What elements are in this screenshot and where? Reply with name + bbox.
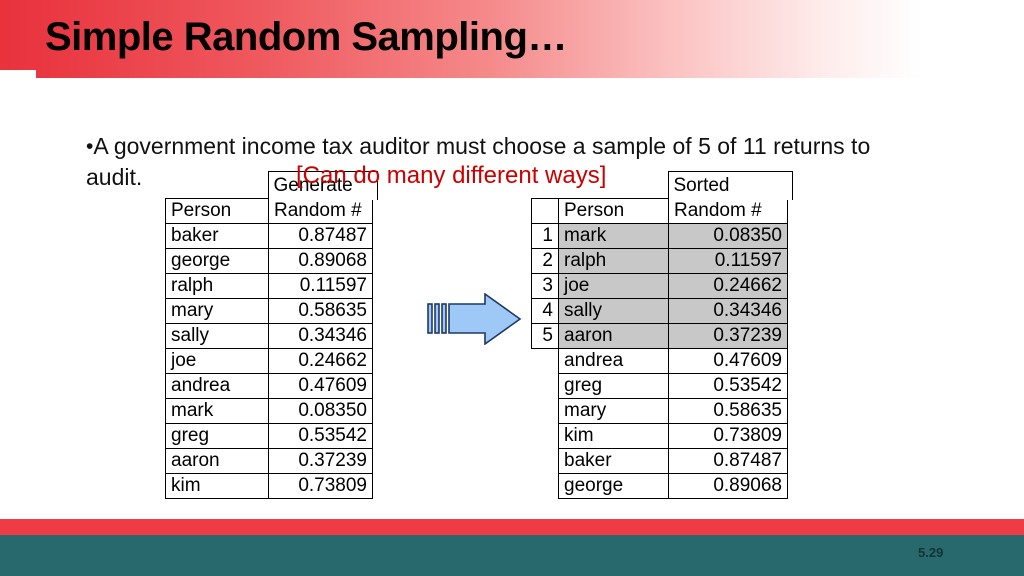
cell-person: sally <box>558 298 669 324</box>
table-row: mark 0.08350 <box>165 398 373 424</box>
cell-person: kim <box>558 423 669 449</box>
table-row: sally 0.34346 <box>165 323 373 349</box>
cell-random: 0.58635 <box>268 298 373 324</box>
cell-person: ralph <box>558 248 669 274</box>
table-header-row: Person Sorted Random # <box>531 171 793 224</box>
cell-random: 0.34346 <box>668 298 788 324</box>
cell-random: 0.47609 <box>268 373 373 399</box>
cell-index: 4 <box>531 298 559 324</box>
cell-person: aaron <box>558 323 669 349</box>
cell-index: 2 <box>531 248 559 274</box>
footer-red-stripe <box>0 519 1024 535</box>
cell-person: mark <box>165 398 269 424</box>
table-row: joe 0.24662 <box>165 348 373 374</box>
table-row: 1 mark 0.08350 <box>531 223 788 249</box>
header-index-sorted <box>531 198 559 224</box>
header-random-label: Random # <box>274 200 362 221</box>
cell-random: 0.47609 <box>668 348 788 374</box>
cell-person: joe <box>558 273 669 299</box>
cell-index <box>532 424 559 449</box>
note-annotation: [Can do many different ways] <box>296 162 607 189</box>
sorted-random-table: Person Sorted Random # 1 mark 0.08350 2 … <box>531 171 793 499</box>
cell-person: mark <box>558 223 669 249</box>
table-row: baker 0.87487 <box>165 223 373 249</box>
table-row: 4 sally 0.34346 <box>531 298 788 324</box>
cell-random: 0.11597 <box>668 248 788 274</box>
slide-number: 5.29 <box>918 545 944 560</box>
cell-index: 5 <box>531 323 559 349</box>
title-banner-notch <box>0 70 36 80</box>
header-person-unsorted: Person <box>165 198 269 224</box>
cell-random: 0.24662 <box>268 348 373 374</box>
table-row: greg 0.53542 <box>532 373 788 399</box>
cell-person: george <box>165 248 269 274</box>
page-title: Simple Random Sampling… <box>45 15 567 59</box>
table-row: 3 joe 0.24662 <box>531 273 788 299</box>
cell-person: joe <box>165 348 269 374</box>
table-row: andrea 0.47609 <box>165 373 373 399</box>
cell-random: 0.89068 <box>268 248 373 274</box>
cell-random: 0.08350 <box>668 223 788 249</box>
cell-random: 0.24662 <box>668 273 788 299</box>
cell-person: ralph <box>165 273 269 299</box>
table-row: george 0.89068 <box>165 248 373 274</box>
cell-random: 0.34346 <box>268 323 373 349</box>
unsorted-random-table: Person Generate Random # baker 0.87487 g… <box>165 171 378 499</box>
cell-random: 0.73809 <box>668 423 788 449</box>
cell-random: 0.53542 <box>268 423 373 449</box>
cell-random: 0.37239 <box>268 448 373 474</box>
cell-random: 0.89068 <box>668 473 788 499</box>
cell-index: 3 <box>531 273 559 299</box>
cell-person: aaron <box>165 448 269 474</box>
cell-index <box>532 349 559 374</box>
cell-index <box>532 474 559 499</box>
header-random-sorted: Sorted Random # <box>667 171 793 224</box>
cell-random: 0.37239 <box>668 323 788 349</box>
header-random-unsorted: Generate Random # <box>267 171 378 224</box>
table-row: kim 0.73809 <box>532 423 788 449</box>
table-row: ralph 0.11597 <box>165 273 373 299</box>
table-row: andrea 0.47609 <box>532 348 788 374</box>
cell-person: andrea <box>558 348 669 374</box>
cell-random: 0.58635 <box>668 398 788 424</box>
cell-person: greg <box>165 423 269 449</box>
table-row: george 0.89068 <box>532 473 788 499</box>
cell-person: george <box>558 473 669 499</box>
cell-index <box>532 374 559 399</box>
cell-random: 0.73809 <box>268 473 373 499</box>
table-row: mary 0.58635 <box>532 398 788 424</box>
table-row: 2 ralph 0.11597 <box>531 248 788 274</box>
cell-random: 0.87487 <box>668 448 788 474</box>
cell-random: 0.53542 <box>668 373 788 399</box>
table-row: aaron 0.37239 <box>165 448 373 474</box>
header-person-sorted: Person <box>558 198 669 224</box>
footer-band <box>0 535 1024 576</box>
right-block-arrow-icon <box>427 293 522 345</box>
cell-index <box>532 399 559 424</box>
cell-person: baker <box>558 448 669 474</box>
table-row: greg 0.53542 <box>165 423 373 449</box>
table-row: mary 0.58635 <box>165 298 373 324</box>
cell-person: greg <box>558 373 669 399</box>
header-sorted-label: Sorted <box>667 171 793 200</box>
cell-person: sally <box>165 323 269 349</box>
unsorted-table-body: baker 0.87487 george 0.89068 ralph 0.115… <box>165 223 373 499</box>
table-header-row: Person Generate Random # <box>165 171 378 224</box>
cell-person: mary <box>558 398 669 424</box>
cell-random: 0.87487 <box>268 223 373 249</box>
cell-random: 0.08350 <box>268 398 373 424</box>
table-row: baker 0.87487 <box>532 448 788 474</box>
cell-person: andrea <box>165 373 269 399</box>
cell-person: mary <box>165 298 269 324</box>
table-row: 5 aaron 0.37239 <box>531 323 788 349</box>
header-random-label: Random # <box>674 200 762 221</box>
cell-person: kim <box>165 473 269 499</box>
cell-random: 0.11597 <box>268 273 373 299</box>
cell-index <box>532 449 559 474</box>
cell-person: baker <box>165 223 269 249</box>
sorted-table-body: 1 mark 0.08350 2 ralph 0.11597 3 joe 0.2… <box>531 223 788 499</box>
table-row: kim 0.73809 <box>165 473 373 499</box>
cell-index: 1 <box>531 223 559 249</box>
